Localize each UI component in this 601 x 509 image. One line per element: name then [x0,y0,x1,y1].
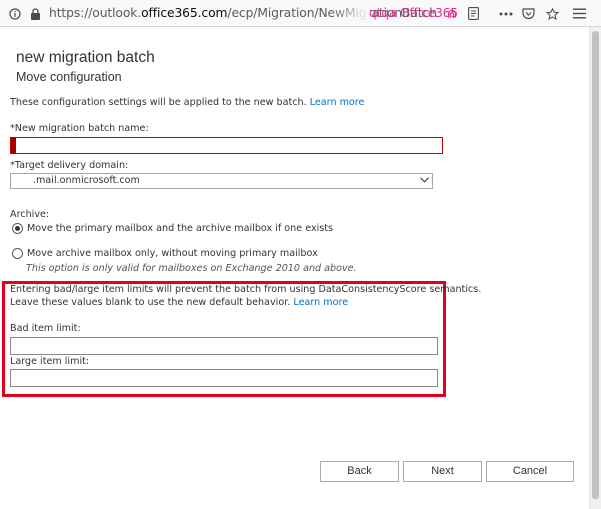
info-icon[interactable] [9,6,21,21]
vertical-scrollbar[interactable] [589,27,601,509]
next-button[interactable]: Next [403,461,482,482]
url-fade [330,4,370,23]
reader-view-icon[interactable] [467,6,479,21]
archive-option-primary[interactable]: Move the primary mailbox and the archive… [12,223,333,234]
batch-name-input[interactable] [10,137,443,154]
dialog-title: new migration batch [16,49,155,66]
more-actions-icon[interactable] [499,6,513,21]
chevron-down-icon[interactable] [418,174,430,188]
archive-option-primary-label: Move the primary mailbox and the archive… [27,223,334,234]
archive-option-archive-only[interactable]: Move archive mailbox only, without movin… [12,248,318,259]
archive-label: Archive: [10,209,50,220]
dialog-subtitle: Move configuration [16,70,122,84]
limits-info-line1: Entering bad/large item limits will prev… [10,284,482,295]
fingerprint-icon[interactable] [447,6,457,21]
migration-dialog: new migration batch Move configuration T… [0,27,601,509]
radio-button-checked[interactable] [12,223,23,234]
archive-note: This option is only valid for mailboxes … [26,263,357,274]
radio-button-unchecked[interactable] [12,248,23,259]
target-domain-value: .mail.onmicrosoft.com [33,175,140,186]
bad-item-limit-input[interactable] [10,337,438,355]
pocket-icon[interactable] [522,6,535,21]
hamburger-menu-icon[interactable] [573,6,586,21]
bookmark-star-icon[interactable] [546,6,559,21]
archive-option-archive-only-label: Move archive mailbox only, without movin… [27,248,318,259]
url-prefix: https://outlook. [49,6,142,20]
scrollbar-thumb[interactable] [592,31,599,499]
back-button[interactable]: Back [320,461,399,482]
intro-learn-more-link[interactable]: Learn more [310,97,365,108]
intro-sentence: These configuration settings will be app… [10,97,307,108]
lock-icon[interactable] [29,6,41,21]
limits-info-line2: Leave these values blank to use the new … [10,297,348,308]
target-domain-select[interactable]: .mail.onmicrosoft.com [10,173,433,189]
validation-marker [11,138,16,153]
large-item-limit-label: Large item limit: [10,356,90,367]
bad-item-limit-label: Bad item limit: [10,323,81,334]
limits-info-sentence: Leave these values blank to use the new … [10,297,291,308]
batch-name-label: *New migration batch name: [10,123,149,134]
browser-toolbar: https://outlook.office365.com/ecp/Migrat… [0,0,601,27]
intro-text: These configuration settings will be app… [10,97,364,108]
cancel-button[interactable]: Cancel [486,461,574,482]
container-label: qtqa Office365 [369,6,459,20]
url-host: office365.com [141,6,228,20]
limits-learn-more-link[interactable]: Learn more [293,297,348,308]
large-item-limit-input[interactable] [10,369,438,387]
target-domain-label: *Target delivery domain: [10,160,129,171]
